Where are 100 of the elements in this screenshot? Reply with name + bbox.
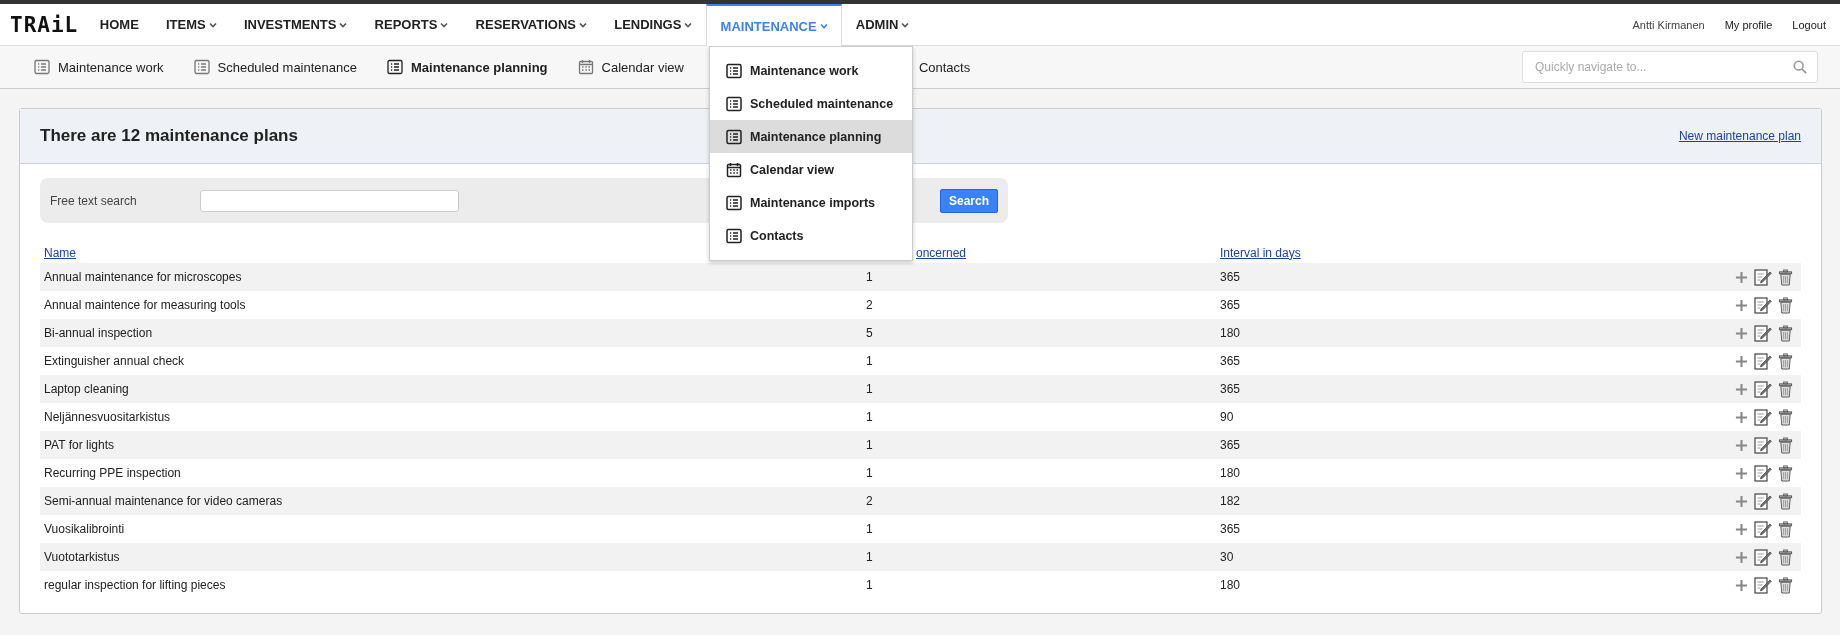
add-icon[interactable] [1735, 410, 1748, 424]
table-cell: 1 [866, 354, 873, 368]
edit-icon[interactable] [1754, 296, 1772, 314]
subnav-item[interactable]: Scheduled maintenance [193, 59, 357, 75]
trash-icon[interactable] [1778, 436, 1793, 454]
table-cell: 30 [1220, 550, 1234, 564]
search-button[interactable]: Search [939, 188, 998, 213]
edit-icon[interactable] [1754, 520, 1772, 538]
trash-icon[interactable] [1778, 296, 1793, 314]
search-label: Free text search [50, 193, 138, 208]
table-cell: 180 [1220, 326, 1241, 340]
edit-icon[interactable] [1754, 576, 1772, 594]
add-icon[interactable] [1735, 326, 1748, 340]
list-icon [726, 95, 742, 112]
logo[interactable]: TRAiL [10, 12, 79, 37]
table-cell: 90 [1220, 410, 1234, 424]
search-icon [1793, 60, 1807, 74]
edit-icon[interactable] [1754, 548, 1772, 566]
table-cell: 1 [866, 270, 873, 284]
add-icon[interactable] [1735, 522, 1748, 536]
dropdown-item[interactable]: Maintenance work [710, 54, 912, 87]
subnav-item[interactable]: Contacts [918, 59, 971, 75]
add-icon[interactable] [1735, 270, 1748, 284]
trash-icon[interactable] [1778, 464, 1793, 482]
table-cell: Extinguisher annual check [44, 354, 185, 368]
table-cell: 365 [1220, 382, 1241, 396]
nav-menu-item[interactable]: ADMIN [842, 4, 924, 45]
nav-menu-item[interactable]: RESERVATIONS [462, 4, 601, 45]
table-cell: regular inspection for lifting pieces [44, 578, 226, 592]
table-cell: 2 [866, 298, 873, 312]
table-cell: 365 [1220, 298, 1241, 312]
nav-menu-item[interactable]: ITEMS [152, 4, 231, 45]
trash-icon[interactable] [1778, 324, 1793, 342]
dropdown-item[interactable]: Scheduled maintenance [710, 87, 912, 120]
add-icon[interactable] [1735, 578, 1748, 592]
subnav-item[interactable]: Calendar view [577, 59, 684, 75]
subnav-item[interactable]: Maintenance planning [387, 59, 548, 75]
table-cell: 365 [1220, 270, 1241, 284]
dropdown-item[interactable]: Calendar view [710, 153, 912, 186]
list-icon [726, 194, 742, 211]
new-plan-link[interactable]: New maintenance plan [1678, 129, 1801, 143]
trash-icon[interactable] [1778, 492, 1793, 510]
table-cell: 1 [866, 410, 873, 424]
add-icon[interactable] [1735, 298, 1748, 312]
nav-menu-item[interactable]: LENDINGS [600, 4, 706, 45]
user-name: Antti Kirmanen [1632, 18, 1705, 31]
table-cell: Annual maintenance for microscopes [44, 270, 242, 284]
table-cell: 180 [1220, 578, 1241, 592]
list-icon [387, 59, 403, 75]
add-icon[interactable] [1735, 550, 1748, 564]
column-header-link[interactable]: Interval in days [1220, 245, 1301, 260]
add-icon[interactable] [1735, 438, 1748, 452]
table-cell: 1 [866, 438, 873, 452]
nav-menu-item[interactable]: REPORTS [361, 4, 462, 45]
subnav-item[interactable]: Maintenance work [34, 59, 164, 75]
list-icon [726, 62, 742, 79]
add-icon[interactable] [1735, 382, 1748, 396]
add-icon[interactable] [1735, 354, 1748, 368]
table-cell: Vuosikalibrointi [44, 522, 125, 536]
trash-icon[interactable] [1778, 352, 1793, 370]
dropdown-item[interactable]: Maintenance imports [710, 186, 912, 219]
edit-icon[interactable] [1754, 436, 1772, 454]
edit-icon[interactable] [1754, 492, 1772, 510]
trash-icon[interactable] [1778, 548, 1793, 566]
nav-menu-item[interactable]: INVESTMENTS [230, 4, 361, 45]
list-icon [34, 59, 50, 75]
list-icon [726, 227, 742, 244]
search-field[interactable] [200, 189, 459, 212]
edit-icon[interactable] [1754, 408, 1772, 426]
trash-icon[interactable] [1778, 576, 1793, 594]
edit-icon[interactable] [1754, 324, 1772, 342]
nav-menu-item[interactable]: MAINTENANCE [706, 4, 843, 46]
trash-icon[interactable] [1778, 408, 1793, 426]
column-header-link[interactable]: Name [44, 245, 76, 260]
table-cell: 180 [1220, 466, 1241, 480]
table-cell: Recurring PPE inspection [44, 466, 181, 480]
column-header-link[interactable]: oncerned [916, 245, 967, 260]
nav-link[interactable]: My profile [1724, 18, 1773, 31]
table-cell: 2 [866, 494, 873, 508]
table-cell: 1 [866, 578, 873, 592]
add-icon[interactable] [1735, 466, 1748, 480]
edit-icon[interactable] [1754, 268, 1772, 286]
quick-navigate-field[interactable]: Quickly navigate to... [1522, 51, 1818, 83]
add-icon[interactable] [1735, 494, 1748, 508]
dropdown-item[interactable]: Maintenance planning [710, 120, 912, 153]
dropdown-item[interactable]: Contacts [710, 219, 912, 252]
trash-icon[interactable] [1778, 380, 1793, 398]
table-cell: 1 [866, 522, 873, 536]
table-cell: Bi-annual inspection [44, 326, 153, 340]
table-cell: 365 [1220, 438, 1241, 452]
edit-icon[interactable] [1754, 380, 1772, 398]
trash-icon[interactable] [1778, 520, 1793, 538]
edit-icon[interactable] [1754, 352, 1772, 370]
edit-icon[interactable] [1754, 464, 1772, 482]
table-cell: 365 [1220, 522, 1241, 536]
nav-menu-item[interactable]: HOME [86, 4, 153, 45]
nav-link[interactable]: Logout [1792, 18, 1826, 31]
trash-icon[interactable] [1778, 268, 1793, 286]
list-icon [193, 59, 210, 75]
table-cell: 1 [866, 466, 873, 480]
